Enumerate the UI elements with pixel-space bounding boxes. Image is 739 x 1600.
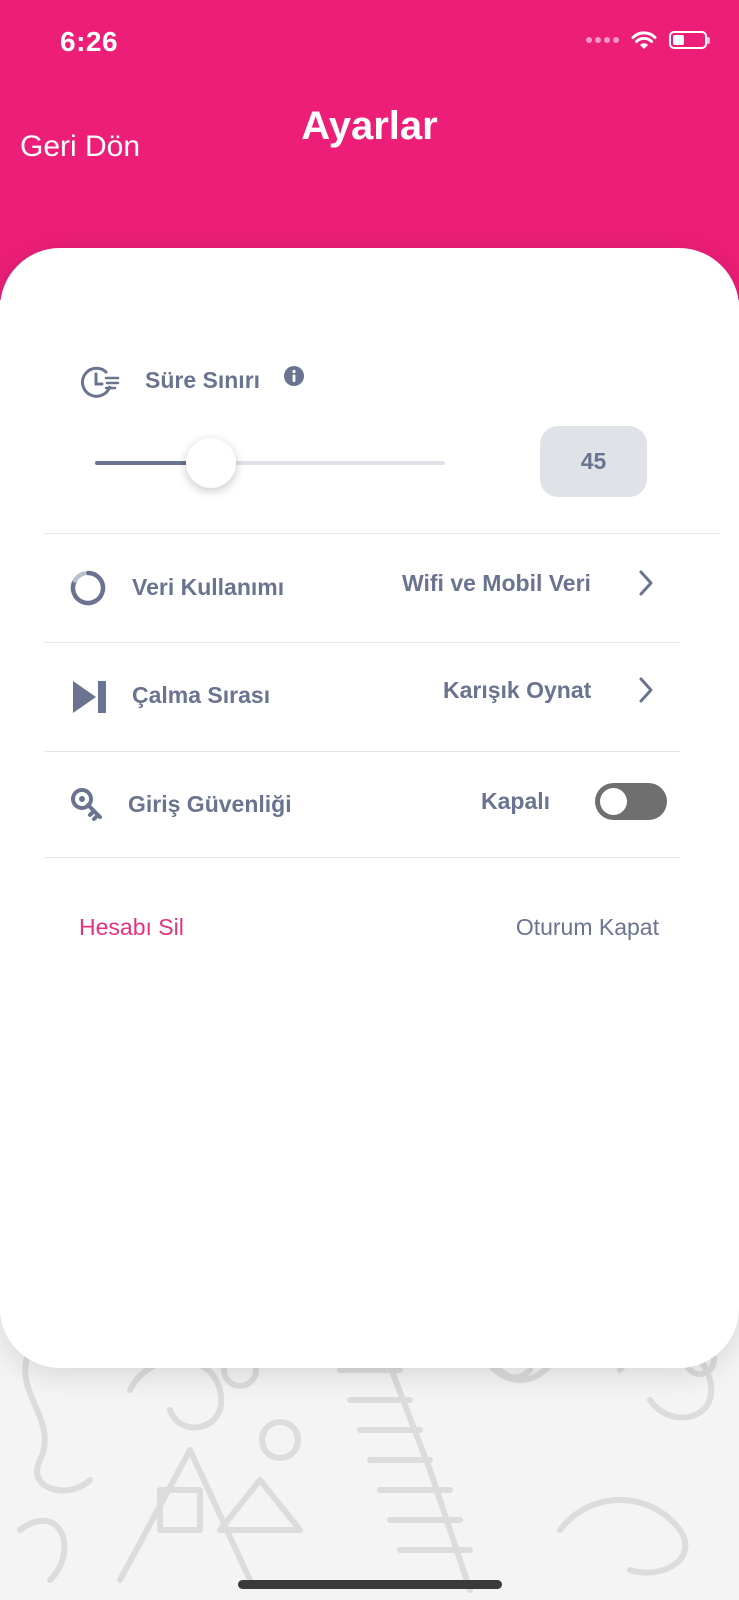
- key-search-icon: [71, 788, 102, 821]
- chevron-right-icon[interactable]: [637, 569, 655, 597]
- battery-level: [673, 35, 684, 45]
- wifi-icon: [631, 31, 657, 49]
- login-security-label: Giriş Güvenliği: [128, 791, 292, 817]
- divider: [44, 857, 680, 858]
- time-limit-slider[interactable]: [95, 438, 445, 488]
- data-usage-label: Veri Kullanımı: [132, 574, 285, 600]
- clock-list-icon: [81, 366, 120, 398]
- divider: [44, 642, 680, 643]
- data-usage-value[interactable]: Wifi ve Mobil Veri: [402, 570, 591, 597]
- play-order-label: Çalma Sırası: [132, 682, 271, 708]
- status-icons: [586, 30, 710, 50]
- divider: [44, 751, 680, 752]
- divider: [44, 533, 719, 534]
- skip-next-icon: [73, 681, 106, 713]
- delete-account-button[interactable]: Hesabı Sil: [79, 914, 184, 941]
- slider-thumb[interactable]: [185, 438, 236, 488]
- logout-button[interactable]: Oturum Kapat: [470, 914, 659, 941]
- battery-icon: [669, 31, 710, 49]
- signal-dots-icon: [586, 37, 619, 43]
- status-time: 6:26: [60, 26, 119, 57]
- background-doodles: [17, 1337, 717, 1593]
- play-order-value[interactable]: Karışık Oynat: [443, 677, 591, 704]
- home-indicator: [238, 1580, 502, 1589]
- time-limit-label: Süre Sınırı: [145, 367, 261, 393]
- chevron-right-icon[interactable]: [637, 676, 655, 704]
- info-icon[interactable]: [283, 365, 305, 387]
- login-security-toggle[interactable]: [595, 783, 667, 820]
- progress-ring-icon: [70, 570, 106, 606]
- toggle-knob: [600, 788, 627, 815]
- login-security-status: Kapalı: [481, 788, 551, 814]
- time-limit-value: 45: [540, 426, 647, 497]
- page-title: Ayarlar: [301, 104, 438, 148]
